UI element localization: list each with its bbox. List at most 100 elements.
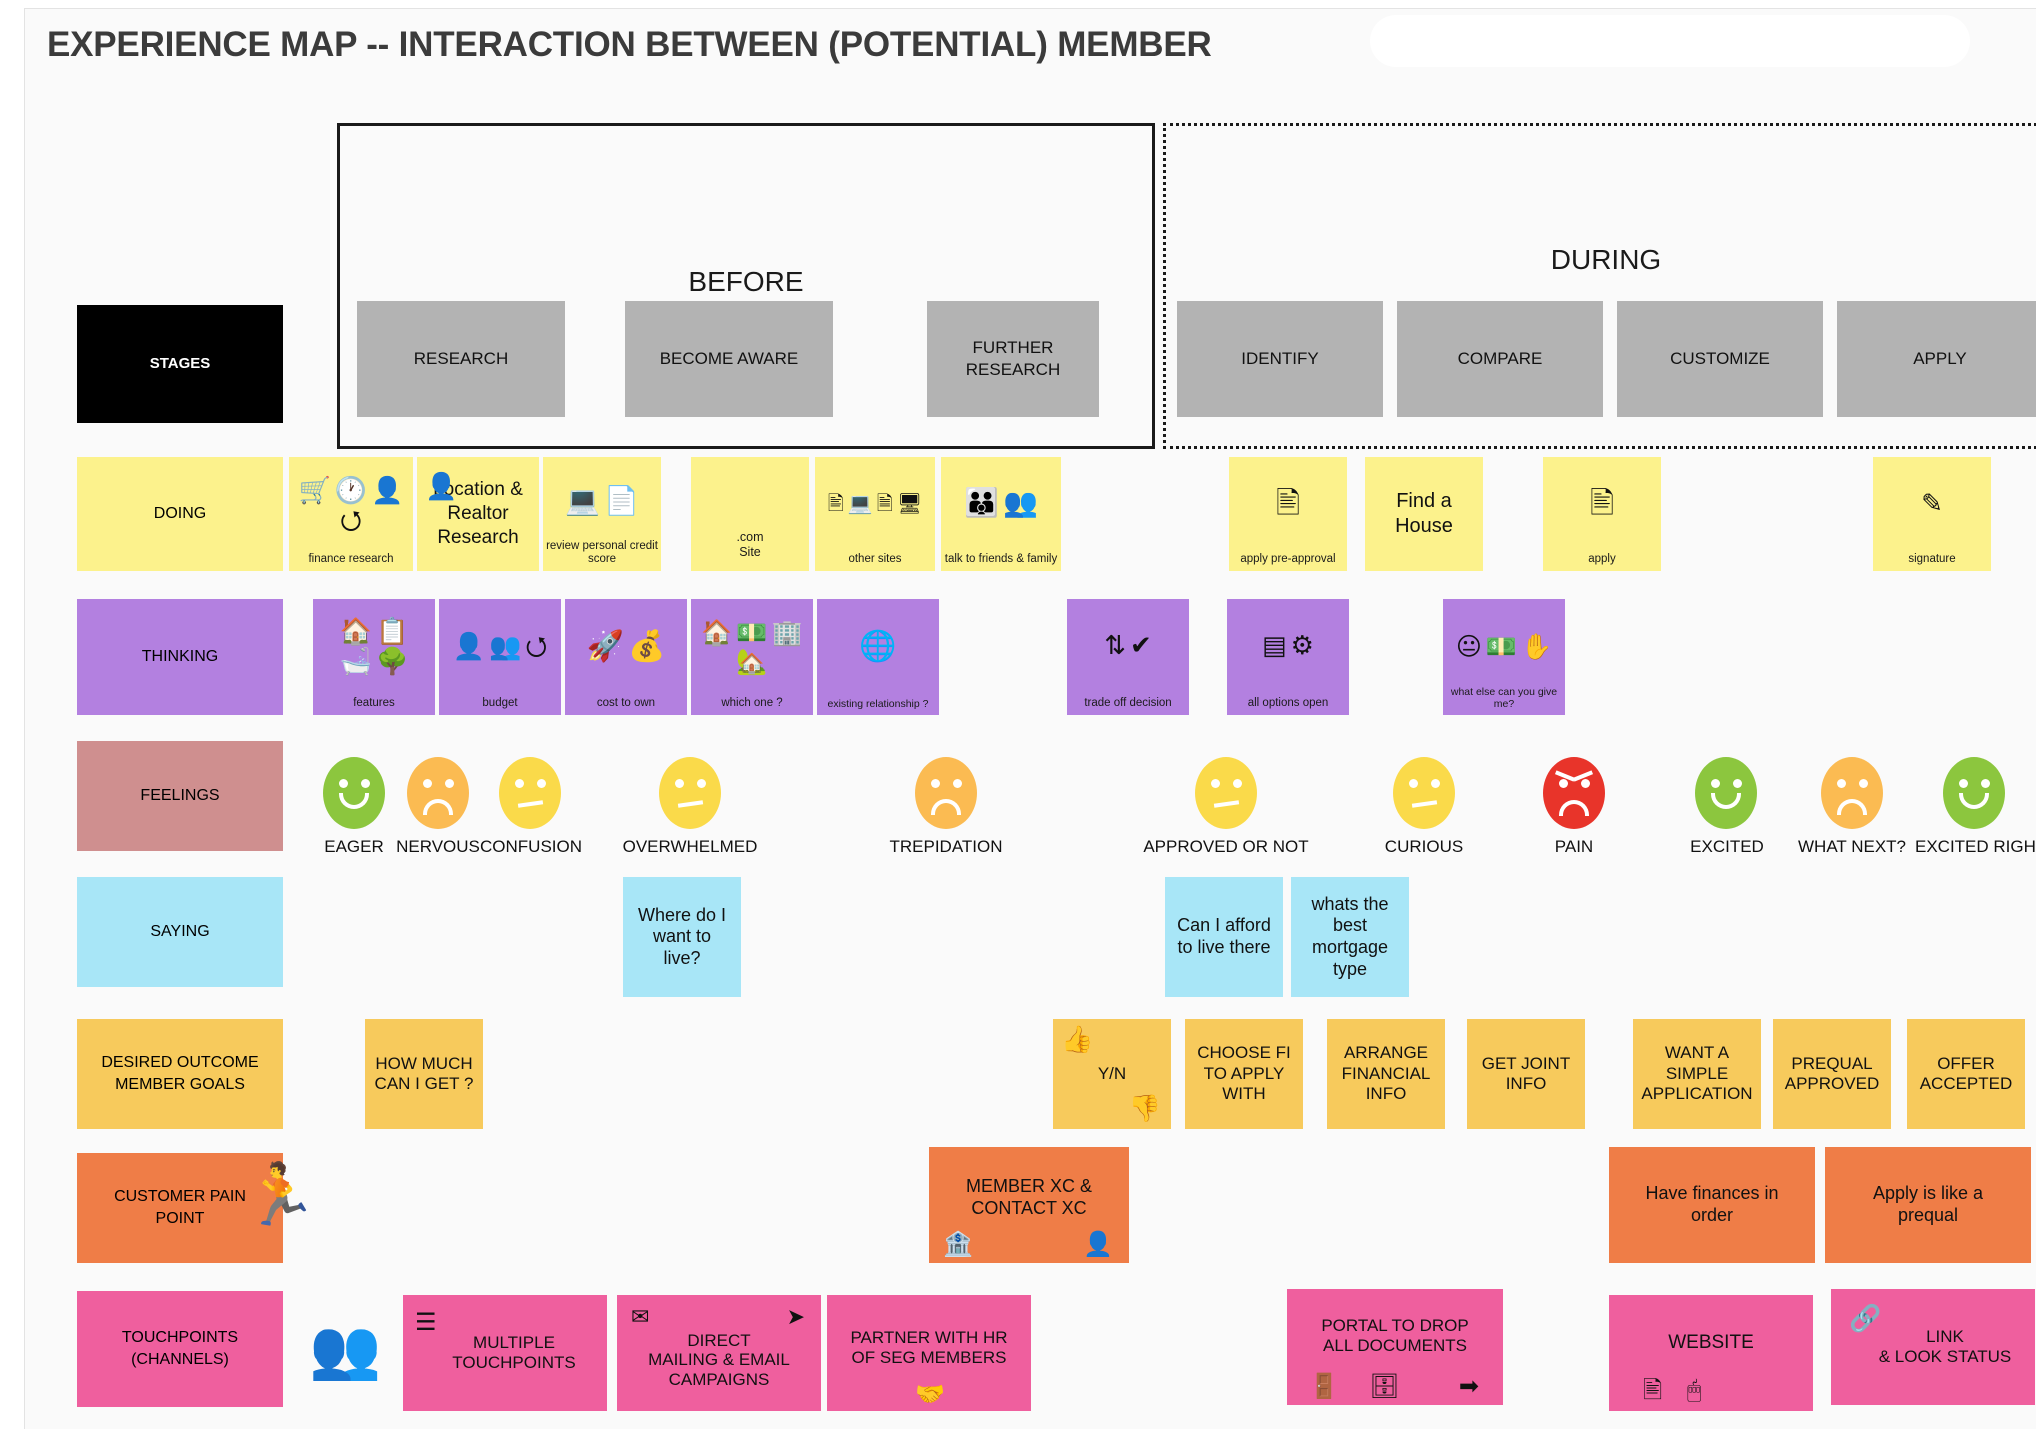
bathtub-icon: 🛁 bbox=[339, 647, 372, 677]
saying-text: Can I afford to live there bbox=[1177, 915, 1271, 957]
thinking-note-which-one[interactable]: 🏠 💵 🏢 🏡 which one ? bbox=[691, 599, 813, 715]
browser-icon: 🗎 bbox=[876, 491, 893, 515]
document-icon: 📄 bbox=[604, 484, 639, 517]
saying-note-best-mortgage-type[interactable]: whats the best mortgage type bbox=[1291, 877, 1409, 997]
signature-icon: ✎ bbox=[1921, 489, 1943, 519]
row-label-saying: SAYING bbox=[77, 877, 283, 987]
thinking-note-all-options-open[interactable]: ▤ ⚙ all options open bbox=[1227, 599, 1349, 715]
thinking-note-budget[interactable]: 👤 👥 ⭯ budget bbox=[439, 599, 561, 715]
painpoint-note-have-finances-in-order[interactable]: Have finances in order bbox=[1609, 1147, 1815, 1263]
doing-caption: talk to friends & family bbox=[944, 552, 1058, 565]
outcome-note-get-joint-info[interactable]: GET JOINT INFO bbox=[1467, 1019, 1585, 1129]
stage-chip-research[interactable]: RESEARCH bbox=[357, 301, 565, 417]
outcome-note-offer-accepted[interactable]: OFFER ACCEPTED bbox=[1907, 1019, 2025, 1129]
stage-chip-customize[interactable]: CUSTOMIZE bbox=[1617, 301, 1823, 417]
shopping-cart-icon: 🛒 bbox=[298, 476, 331, 506]
stage-chip-compare[interactable]: COMPARE bbox=[1397, 301, 1603, 417]
title-redaction-mask bbox=[1370, 15, 1970, 67]
feeling-face-overwhelmed bbox=[659, 757, 721, 829]
dollar-coin-icon: 💰 bbox=[628, 629, 666, 664]
outcome-note-prequal-approved[interactable]: PREQUAL APPROVED bbox=[1773, 1019, 1891, 1129]
feeling-label-trepidation: TREPIDATION bbox=[889, 837, 1003, 856]
feeling-face-nervous bbox=[407, 757, 469, 829]
touchpoint-note-link-look-status[interactable]: 🔗 LINK & LOOK STATUS bbox=[1831, 1289, 2035, 1405]
doing-note-other-sites[interactable]: 🖹 💻 🗎 🖥 other sites bbox=[815, 457, 935, 571]
feeling-label-excited-right: EXCITED RIGH bbox=[1915, 837, 2036, 856]
feeling-face-excited bbox=[1695, 757, 1757, 829]
saying-text: Where do I want to live? bbox=[637, 904, 727, 968]
doing-note-talk-friends-family[interactable]: 👪 👥 talk to friends & family bbox=[941, 457, 1061, 571]
cycle-icon: ⭯ bbox=[340, 506, 362, 536]
painpoint-note-member-xc[interactable]: MEMBER XC & CONTACT XC 🏦 👤 bbox=[929, 1147, 1129, 1263]
saying-note-afford-live-there[interactable]: Can I afford to live there bbox=[1165, 877, 1283, 997]
outcome-text: WANT A SIMPLE APPLICATION bbox=[1641, 1043, 1753, 1104]
doing-note-credit-score[interactable]: 💻 📄 review personal credit score bbox=[543, 457, 661, 571]
doing-note-finance-research[interactable]: 🛒 🕐 👤 ⭯ finance research bbox=[289, 457, 413, 571]
person-money-icon: 👤 bbox=[371, 476, 404, 506]
doing-note-apply-preapproval[interactable]: 🖹 apply pre-approval bbox=[1229, 457, 1347, 571]
touchpoint-note-direct-mailing[interactable]: ✉ ➤ DIRECT MAILING & EMAIL CAMPAIGNS bbox=[617, 1295, 821, 1411]
person-icon: 👤 bbox=[1083, 1230, 1113, 1259]
painpoint-note-apply-like-prequal[interactable]: Apply is like a prequal bbox=[1825, 1147, 2031, 1263]
browser-icon: 🖹 bbox=[1643, 1376, 1663, 1405]
feeling-face-what-next bbox=[1821, 757, 1883, 829]
hand-money-icon: 💵 bbox=[736, 618, 768, 647]
doing-caption: apply pre-approval bbox=[1240, 552, 1336, 565]
handshake-icon: 🤝 bbox=[915, 1380, 945, 1409]
stacked-funnel-icon: ☰ bbox=[415, 1308, 437, 1336]
doing-caption: .com Site bbox=[736, 530, 764, 559]
feeling-label-pain: PAIN bbox=[1554, 837, 1594, 856]
outcome-note-want-simple-application[interactable]: WANT A SIMPLE APPLICATION bbox=[1633, 1019, 1761, 1129]
www-laptop-icon: 💻 bbox=[847, 491, 873, 515]
touchpoint-text: MULTIPLE TOUCHPOINTS bbox=[452, 1333, 576, 1372]
stage-chip-identify[interactable]: IDENTIFY bbox=[1177, 301, 1383, 417]
doing-note-find-a-house[interactable]: Find a House bbox=[1365, 457, 1483, 571]
touchpoint-text: WEBSITE bbox=[1668, 1332, 1754, 1354]
touchpoint-note-website[interactable]: WEBSITE 🖹 🖱 bbox=[1609, 1295, 1813, 1411]
thinking-note-existing-relationship[interactable]: 🌐 existing relationship ? bbox=[817, 599, 939, 715]
row-label-feelings: FEELINGS bbox=[77, 741, 283, 851]
chain-link-icon: 🔗 bbox=[1849, 1304, 1882, 1334]
outcome-note-yn[interactable]: 👍 Y/N 👎 bbox=[1053, 1019, 1171, 1129]
doing-note-signature[interactable]: ✎ signature bbox=[1873, 457, 1991, 571]
painpoint-text: Have finances in order bbox=[1645, 1183, 1779, 1225]
row-label-outcomes: DESIRED OUTCOME MEMBER GOALS bbox=[77, 1019, 283, 1129]
monitor-icon: 💻 bbox=[565, 484, 600, 517]
thinking-note-features[interactable]: 🏠 📋 🛁 🌳 features bbox=[313, 599, 435, 715]
building-icon: 🏢 bbox=[771, 618, 803, 647]
outcome-note-choose-fi[interactable]: CHOOSE FI TO APPLY WITH bbox=[1185, 1019, 1303, 1129]
doing-note-apply[interactable]: 🖹 apply bbox=[1543, 457, 1661, 571]
clock-icon: 🕐 bbox=[334, 476, 368, 506]
saying-note-where-live[interactable]: Where do I want to live? bbox=[623, 877, 741, 997]
touchpoint-note-partner-hr-seg[interactable]: PARTNER WITH HR OF SEG MEMBERS 🤝 bbox=[827, 1295, 1031, 1411]
outcome-text: OFFER ACCEPTED bbox=[1919, 1053, 2013, 1093]
person-icon: 👤 bbox=[425, 472, 458, 502]
phase-label-during: DURING bbox=[1550, 244, 1662, 275]
doing-note-com-site[interactable]: .com Site bbox=[691, 457, 809, 571]
feeling-face-excited-right bbox=[1943, 757, 2005, 829]
touchpoint-note-portal-drop-documents[interactable]: PORTAL TO DROP ALL DOCUMENTS 🚪 🗄 ➡ bbox=[1287, 1289, 1503, 1405]
feeling-label-approved-or-not: APPROVED OR NOT bbox=[1143, 837, 1309, 856]
saying-text: whats the best mortgage type bbox=[1311, 893, 1389, 979]
feeling-face-eager bbox=[323, 757, 385, 829]
outcome-note-arrange-financial-info[interactable]: ARRANGE FINANCIAL INFO bbox=[1327, 1019, 1445, 1129]
id-card-icon: 🖹 bbox=[1589, 486, 1615, 521]
thinking-note-trade-off-decision[interactable]: ⇅ ✔ trade off decision bbox=[1067, 599, 1189, 715]
file-cabinet-icon: 🗄 bbox=[1369, 1372, 1400, 1401]
outcome-note-how-much-can-i-get[interactable]: HOW MUCH CAN I GET ? bbox=[365, 1019, 483, 1129]
thinking-note-what-else[interactable]: 😐 💵 ✋ what else can you give me? bbox=[1443, 599, 1565, 715]
touchpoint-note-multiple-touchpoints[interactable]: ☰ MULTIPLE TOUCHPOINTS bbox=[403, 1295, 607, 1411]
thumbs-down-icon: 👎 bbox=[1128, 1093, 1161, 1124]
stage-chip-apply[interactable]: APPLY bbox=[1837, 301, 2036, 417]
stage-chip-become-aware[interactable]: BECOME AWARE bbox=[625, 301, 833, 417]
feeling-face-approved-or-not bbox=[1195, 757, 1257, 829]
thinking-caption: cost to own bbox=[596, 696, 656, 709]
stage-chip-further-research[interactable]: FURTHER RESEARCH bbox=[927, 301, 1099, 417]
thinking-caption: what else can you give me? bbox=[1450, 685, 1558, 710]
hand-icon: ✋ bbox=[1521, 631, 1553, 661]
rocket-icon: 🚀 bbox=[586, 629, 624, 664]
outcome-text: GET JOINT INFO bbox=[1481, 1053, 1571, 1093]
doing-note-location-realtor[interactable]: 👤 Location & Realtor Research bbox=[417, 457, 539, 571]
thinking-note-cost-to-own[interactable]: 🚀 💰 cost to own bbox=[565, 599, 687, 715]
cash-stack-icon: 💵 bbox=[1485, 631, 1518, 661]
